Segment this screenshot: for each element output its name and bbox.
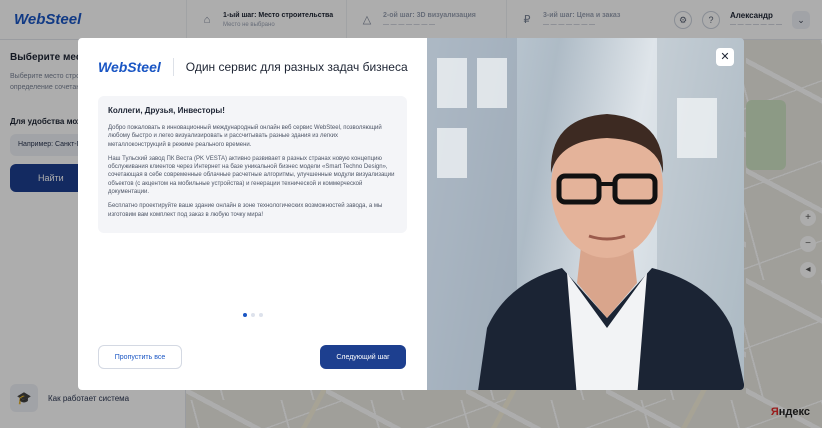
slide-dot[interactable] xyxy=(258,313,263,317)
portrait-illustration xyxy=(478,114,744,390)
close-icon[interactable]: ✕ xyxy=(716,48,734,66)
intro-text-card: Коллеги, Друзья, Инвесторы! Добро пожало… xyxy=(98,96,407,233)
photo-window xyxy=(437,128,467,178)
slide-dot[interactable] xyxy=(250,313,255,317)
greeting: Коллеги, Друзья, Инвесторы! xyxy=(108,106,225,115)
modal-header: WebSteel Один сервис для разных задач би… xyxy=(98,38,408,96)
intro-paragraph: Наш Тульский завод ПК Веста (PK VESTA) а… xyxy=(108,155,395,196)
modal-title: Один сервис для разных задач бизнеса xyxy=(185,60,408,74)
slide-dot[interactable] xyxy=(242,313,247,317)
next-step-button[interactable]: Следующий шаг xyxy=(320,345,406,369)
intro-paragraph: Добро пожаловать в инновационный междуна… xyxy=(108,125,382,148)
intro-paragraph: Бесплатно проектируйте ваше здание онлай… xyxy=(108,203,383,218)
slide-indicator xyxy=(78,313,427,317)
modal-content: WebSteel Один сервис для разных задач би… xyxy=(78,38,427,390)
modal-logo: WebSteel xyxy=(98,58,174,76)
photo-window xyxy=(437,58,467,108)
portrait-photo: ✕ xyxy=(427,38,744,390)
welcome-modal: WebSteel Один сервис для разных задач би… xyxy=(78,38,744,390)
skip-all-button[interactable]: Пропустить все xyxy=(98,345,182,369)
